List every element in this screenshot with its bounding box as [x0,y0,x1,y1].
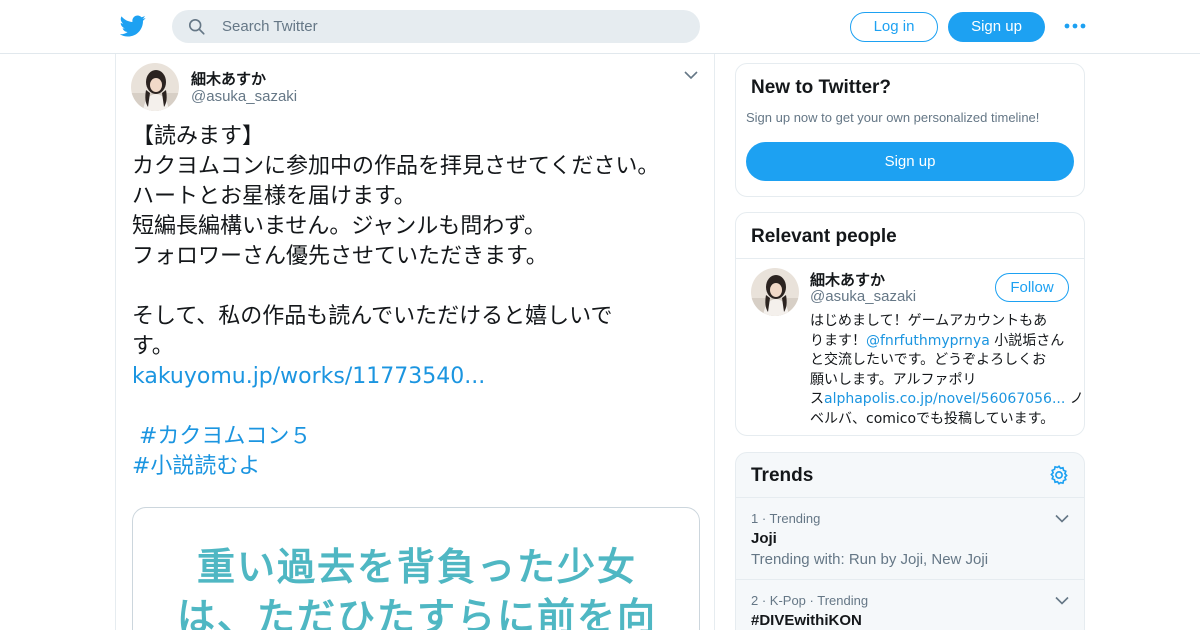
trend-meta: 2 · K-Pop · Trending [751,593,869,608]
mention-link[interactable]: @fnrfuthmyprnya [866,333,990,349]
tweet-line [132,272,707,302]
chevron-down-icon[interactable] [1055,596,1069,605]
trend-item[interactable]: 1 · Trending Joji Trending with: Run by … [736,497,1084,579]
bio-line: 願いします。アルファポリ [810,371,977,388]
divider [736,258,1084,259]
top-navigation-bar: Log in Sign up [0,0,1200,54]
tweet-media-card[interactable]: 重い過去を背負った少女 は、ただひたすらに前を向 [132,507,700,630]
card-subtitle: Sign up now to get your own personalized… [746,110,1040,125]
twitter-bird-icon[interactable] [120,13,146,39]
more-dots-icon[interactable] [1063,18,1087,34]
gear-icon[interactable] [1048,464,1070,486]
tweet-line: カクヨムコンに参加中の作品を拝見させてください。 [132,154,660,179]
card-title: Relevant people [751,226,897,247]
tweet-line: 【読みます】 [132,124,265,149]
card-title: New to Twitter? [751,77,892,98]
follow-button[interactable]: Follow [995,273,1069,302]
bio-line: ベルバ、comicoでも投稿しています。 [810,410,1055,427]
trend-item[interactable]: 2 · K-Pop · Trending #DIVEwithiKON [736,579,1084,630]
tweet-text: 【読みます】 カクヨムコンに参加中の作品を拝見させてください。 ハートとお星様を… [132,122,707,482]
login-button[interactable]: Log in [850,12,938,42]
tweet-line: そして、私の作品も読んでいただけると嬉しいで [132,304,613,329]
tweet-detail: 細木あすか @asuka_sazaki 【読みます】 カクヨムコンに参加中の作品… [115,54,715,630]
hashtag-link[interactable]: #小説読むよ [132,452,707,482]
bio-line: スalphapolis.co.jp/novel/56067056... ノ [810,390,1084,410]
tweet-author-name[interactable]: 細木あすか [191,68,266,89]
bio-text: ノ [1065,391,1084,407]
bio-line: ります！@fnrfuthmyprnya 小説垢さん [810,332,1078,352]
signup-button-large[interactable]: Sign up [746,142,1074,181]
hashtag-link[interactable]: #カクヨムコン５ [132,422,707,452]
bio-line: と交流したいです。どうぞよろしくお [810,352,1047,368]
tweet-line: ハートとお星様を届けます。 [132,184,416,209]
signup-button[interactable]: Sign up [948,12,1045,42]
search-input[interactable] [222,10,682,43]
media-text-line: 重い過去を背負った少女 [196,544,637,589]
card-title: Trends [751,465,814,486]
bio-url-link[interactable]: alphapolis.co.jp/novel/56067056... [824,391,1065,407]
trend-title[interactable]: #DIVEwithiKON [751,612,862,629]
tweet-line: フォロワーさん優先させていただきます。 [132,244,548,269]
chevron-down-icon[interactable] [1055,514,1069,523]
chevron-down-icon[interactable] [684,70,698,80]
trend-meta: 1 · Trending [751,511,821,526]
tweet-link[interactable]: kakuyomu.jp/works/11773540... [132,362,707,392]
tweet-line: 短編長編構いません。ジャンルも問わず。 [132,214,547,239]
tweet-author-handle[interactable]: @asuka_sazaki [191,88,297,105]
search-icon [188,18,205,35]
trend-title[interactable]: Joji [751,530,777,547]
bio-text: ります！ [810,332,866,349]
person-avatar[interactable] [751,268,799,316]
media-text-line: は、ただひたすらに前を向 [176,594,657,630]
person-handle[interactable]: @asuka_sazaki [810,288,916,305]
relevant-people-card: Relevant people 細木あすか @asuka_sazaki Foll… [735,212,1085,436]
bio-line: はじめまして！ゲームアカウントもあ [810,313,1048,329]
person-bio: はじめまして！ゲームアカウントもあ ります！@fnrfuthmyprnya 小説… [810,312,1084,429]
tweet-author-avatar[interactable] [131,63,179,111]
bio-text: 小説垢さん [989,332,1065,349]
search-box[interactable] [172,10,700,43]
bio-text: ス [810,391,824,407]
trend-related: Trending with: Run by Joji, New Joji [751,551,989,568]
new-to-twitter-card: New to Twitter? Sign up now to get your … [735,63,1085,197]
tweet-line: す。 [132,334,174,359]
person-name[interactable]: 細木あすか [810,269,885,290]
trends-card: Trends 1 · Trending Joji Trending with: … [735,452,1085,630]
